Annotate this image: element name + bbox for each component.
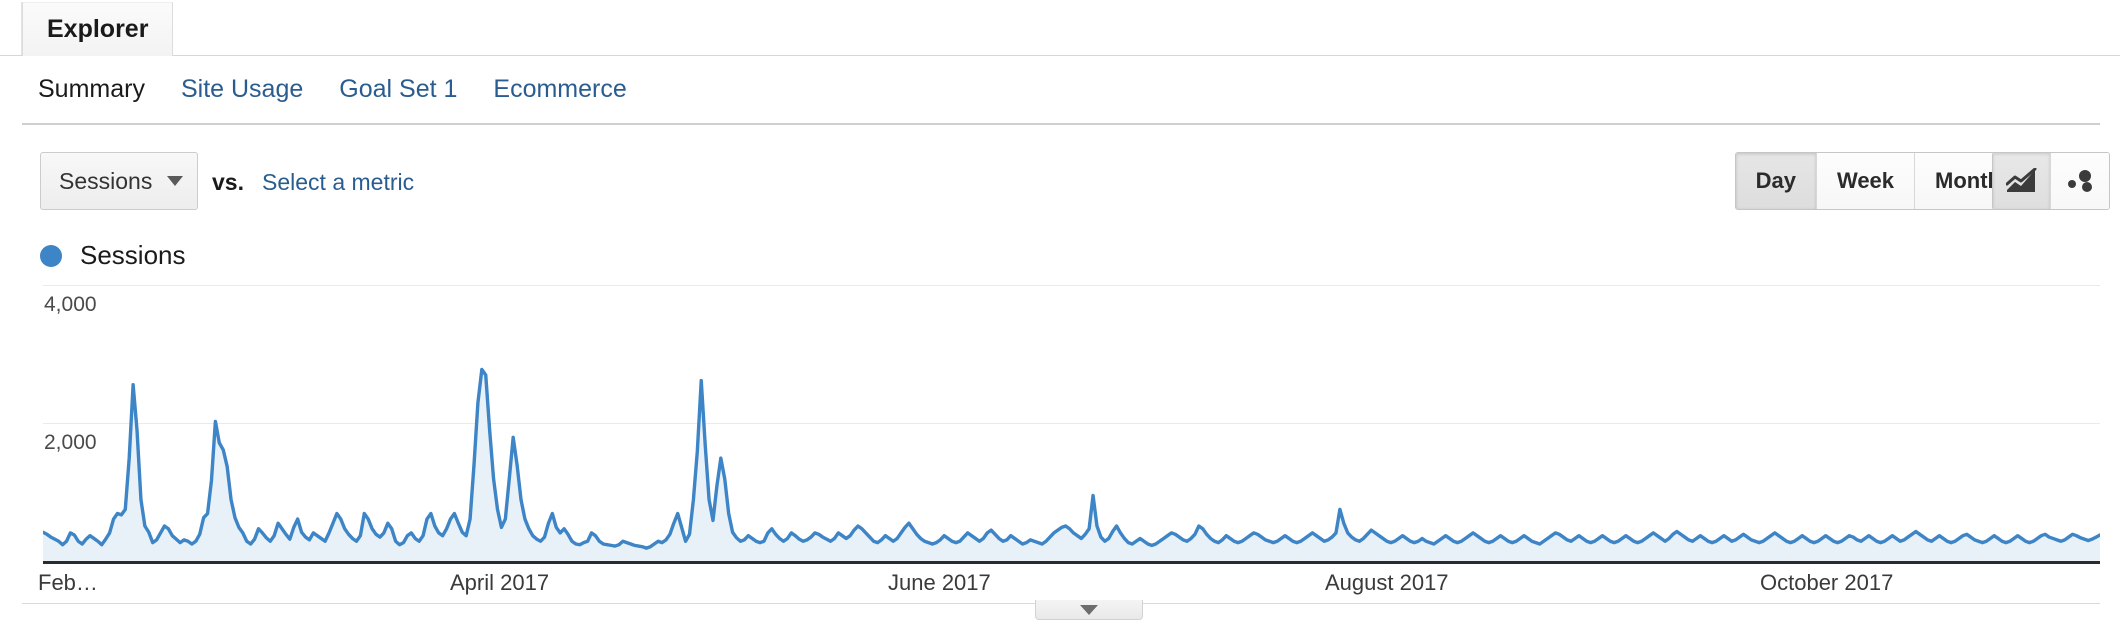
x-axis-label-august: August 2017 bbox=[1325, 570, 1449, 595]
metric-select-value: Sessions bbox=[59, 167, 153, 194]
chart-type-area-button[interactable] bbox=[1993, 153, 2051, 209]
subnav-divider bbox=[22, 123, 2100, 125]
sub-navigation: Summary Site Usage Goal Set 1 Ecommerce bbox=[0, 56, 2120, 123]
select-a-metric-link[interactable]: Select a metric bbox=[262, 169, 414, 196]
legend-series-label: Sessions bbox=[80, 240, 186, 270]
chevron-down-icon bbox=[167, 176, 183, 186]
chart-legend: Sessions bbox=[40, 240, 186, 271]
tab-explorer-label: Explorer bbox=[47, 15, 149, 43]
subnav-item-summary[interactable]: Summary bbox=[38, 75, 145, 104]
metric-select-dropdown[interactable]: Sessions bbox=[40, 152, 198, 210]
x-axis-baseline bbox=[43, 561, 2100, 564]
x-axis-label-june: June 2017 bbox=[888, 570, 991, 595]
chart-type-motion-button[interactable] bbox=[2051, 153, 2109, 209]
x-axis-label-feb: Feb… bbox=[38, 570, 98, 595]
sessions-chart[interactable]: 4,000 2,000 bbox=[0, 285, 2120, 565]
granularity-day-button[interactable]: Day bbox=[1735, 153, 1817, 209]
tab-strip: Explorer bbox=[0, 0, 2120, 56]
subnav-item-ecommerce[interactable]: Ecommerce bbox=[493, 75, 626, 104]
legend-color-dot bbox=[40, 244, 62, 267]
chart-controls: Sessions vs. Select a metric Day Week Mo… bbox=[0, 145, 2120, 227]
sessions-line-plot[interactable] bbox=[43, 285, 2100, 562]
x-axis-labels: Feb… April 2017 June 2017 August 2017 Oc… bbox=[0, 570, 2120, 604]
granularity-week-button[interactable]: Week bbox=[1816, 153, 1916, 209]
collapse-panel-button[interactable] bbox=[1035, 600, 1143, 620]
chevron-down-icon bbox=[1080, 604, 1098, 615]
granularity-toggle-group: Day Week Month bbox=[1734, 152, 2022, 210]
x-axis-label-october: October 2017 bbox=[1760, 570, 1894, 595]
chart-type-toggle-group bbox=[1992, 152, 2110, 210]
tab-strip-left-edge bbox=[0, 2, 22, 56]
motion-bubble-chart-icon bbox=[2068, 170, 2092, 192]
tab-explorer[interactable]: Explorer bbox=[22, 2, 174, 56]
sessions-line bbox=[43, 369, 2100, 548]
area-chart-icon bbox=[2005, 168, 2036, 192]
x-axis-label-april: April 2017 bbox=[450, 570, 550, 595]
vs-label: vs. bbox=[212, 169, 244, 195]
subnav-item-goal-set-1[interactable]: Goal Set 1 bbox=[339, 75, 457, 104]
subnav-item-site-usage[interactable]: Site Usage bbox=[181, 75, 303, 104]
